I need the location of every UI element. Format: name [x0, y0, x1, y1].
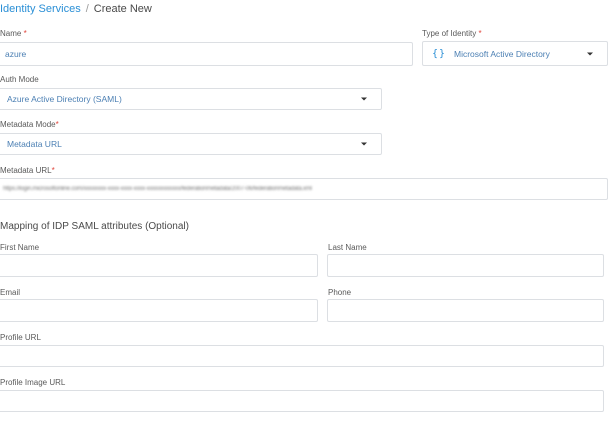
auth-mode-select[interactable]: Azure Active Directory (SAML) [0, 88, 382, 110]
profile-image-url-input[interactable] [0, 390, 604, 412]
auth-mode-label-text: Auth Mode [0, 75, 39, 84]
profile-image-url-label: Profile Image URL [0, 378, 66, 387]
metadata-mode-label: Metadata Mode* [0, 120, 59, 129]
metadata-mode-label-text: Metadata Mode [0, 120, 56, 129]
chevron-down-icon [361, 97, 367, 101]
first-name-input[interactable] [0, 254, 318, 277]
name-input-value: azure [5, 49, 27, 59]
name-input[interactable]: azure [0, 42, 413, 66]
profile-url-label: Profile URL [0, 333, 41, 342]
metadata-mode-select[interactable]: Metadata URL [0, 133, 382, 155]
breadcrumb-separator: / [85, 3, 89, 15]
auth-mode-value: Azure Active Directory (SAML) [7, 94, 122, 104]
metadata-url-label: Metadata URL* [0, 166, 55, 175]
metadata-url-input[interactable]: https://login.microsoftonline.com/xxxxxx… [0, 178, 608, 200]
metadata-url-required-mark: * [51, 166, 55, 175]
breadcrumb-current: Create New [93, 3, 152, 15]
first-name-label: First Name [0, 243, 40, 252]
breadcrumb: Identity Services / Create New [0, 3, 152, 15]
name-required-mark: * [23, 29, 27, 38]
metadata-url-label-text: Metadata URL [0, 166, 52, 175]
identity-type-value: Microsoft Active Directory [454, 48, 550, 59]
metadata-mode-required-mark: * [55, 120, 59, 129]
chevron-down-icon [361, 142, 367, 146]
metadata-url-value-redacted: https://login.microsoftonline.com/xxxxxx… [3, 186, 312, 192]
mapping-section-title: Mapping of IDP SAML attributes (Optional… [0, 221, 189, 232]
email-label: Email [0, 288, 21, 297]
metadata-mode-value: Metadata URL [7, 139, 62, 149]
identity-type-select[interactable]: {} Microsoft Active Directory [422, 41, 608, 66]
auth-mode-label: Auth Mode [0, 75, 39, 84]
identity-type-required-mark: * [478, 29, 482, 38]
identity-type-label: Type of Identity * [422, 29, 482, 38]
identity-type-label-text: Type of Identity [422, 29, 477, 38]
last-name-input[interactable] [327, 254, 604, 277]
profile-url-input[interactable] [0, 345, 604, 367]
name-label-text: Name [0, 29, 22, 38]
chevron-down-icon [587, 52, 593, 55]
name-label: Name * [0, 29, 27, 38]
last-name-label: Last Name [328, 243, 367, 252]
breadcrumb-identity-services-link[interactable]: Identity Services [0, 3, 81, 15]
phone-label: Phone [328, 288, 352, 297]
phone-input[interactable] [327, 299, 604, 322]
email-input[interactable] [0, 299, 318, 322]
curly-braces-icon: {} [432, 47, 447, 59]
